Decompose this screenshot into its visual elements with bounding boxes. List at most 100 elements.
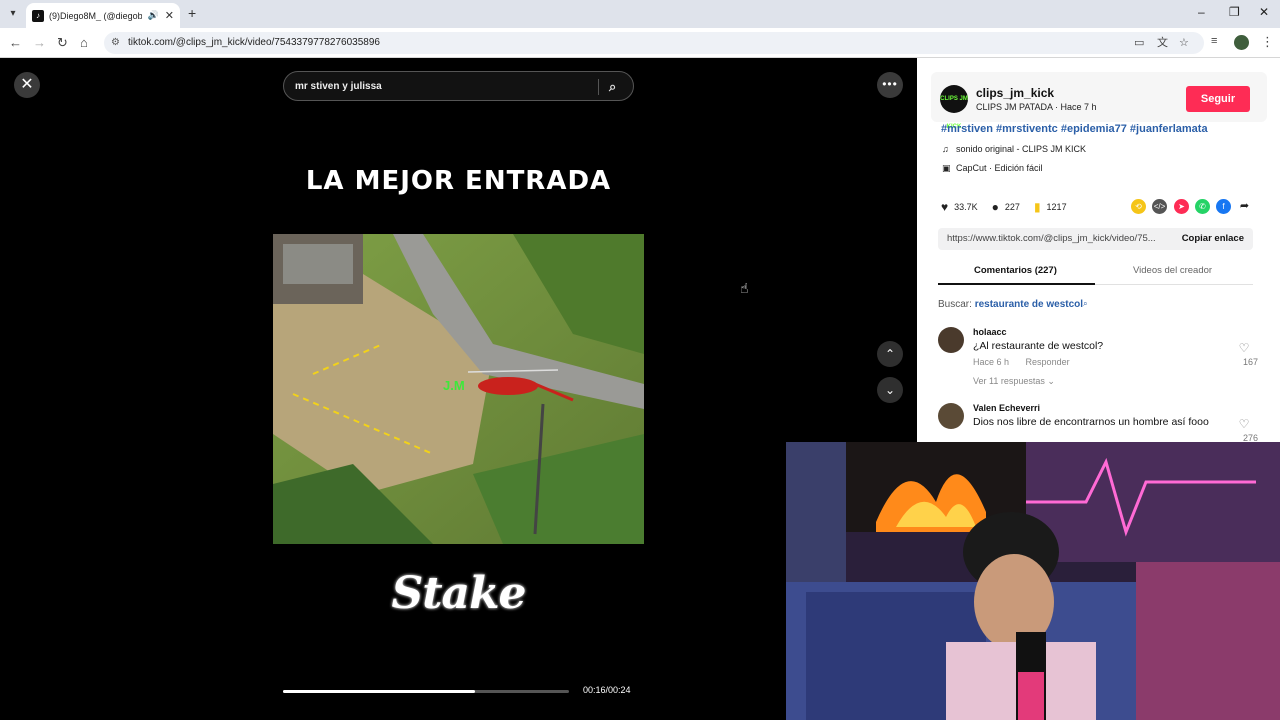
tab-title: (9)Diego8M_ (@diegobm_ [49, 10, 142, 21]
embed-icon[interactable]: </> [1152, 199, 1167, 214]
search-hint-term[interactable]: restaurante de westcol [975, 299, 1083, 310]
mouse-cursor-icon: ☝ [740, 280, 749, 296]
music-note-icon: ♫ [942, 144, 949, 154]
browser-menu-icon[interactable]: ⋮ [1261, 34, 1274, 50]
comment-like-icon[interactable]: ♡ [1236, 417, 1252, 431]
share-arrow-icon[interactable]: ➦ [1237, 199, 1252, 214]
view-replies-label: Ver 11 respuestas [973, 376, 1045, 386]
address-bar: ← → ↻ ⌂ ⚙ tiktok.com/@clips_jm_kick/vide… [0, 28, 1280, 58]
tiktok-favicon-icon: ♪ [32, 9, 44, 22]
comment-text: ¿Al restaurante de westcol? [973, 340, 1104, 352]
search-divider [598, 79, 599, 95]
reading-list-icon[interactable]: ≡ [1211, 35, 1217, 47]
browser-tab[interactable]: ♪ (9)Diego8M_ (@diegobm_ 🔊 ✕ [26, 3, 180, 28]
close-video-button[interactable]: ✕ [14, 72, 40, 98]
save-count: 1217 [1046, 202, 1067, 212]
comment-icon: ● [991, 200, 999, 214]
save-button[interactable]: ▮ 1217 [1034, 200, 1067, 214]
comment-count: 227 [1004, 202, 1020, 212]
search-input[interactable]: mr stiven y julissa ⌕ [283, 71, 634, 101]
copy-link-button[interactable]: Copiar enlace [1182, 228, 1244, 250]
search-value: mr stiven y julissa [295, 81, 382, 92]
window-close-icon[interactable]: ✕ [1259, 5, 1269, 19]
translate-icon[interactable]: 文 [1157, 32, 1168, 54]
tab-search-icon[interactable]: ▾ [6, 7, 20, 21]
video-time: 00:16/00:24 [583, 685, 631, 695]
profile-avatar[interactable] [1234, 35, 1249, 50]
send-icon[interactable]: ➤ [1174, 199, 1189, 214]
comment-user[interactable]: Valen Echeverri [973, 403, 1040, 413]
creator-subtitle: CLIPS JM PATADA · Hace 7 h [976, 102, 1097, 112]
browser-tab-bar: ▾ ♪ (9)Diego8M_ (@diegobm_ 🔊 ✕ + – ❐ ✕ [0, 0, 1280, 28]
video-link-field[interactable]: https://www.tiktok.com/@clips_jm_kick/vi… [938, 228, 1253, 250]
new-tab-icon[interactable]: + [188, 5, 196, 21]
like-count: 33.7K [954, 202, 978, 212]
video-details-panel: CLIPS JM KICK clips_jm_kick CLIPS JM PAT… [917, 58, 1280, 443]
comment-meta: Hace 6 h Responder [973, 357, 1084, 367]
close-tab-icon[interactable]: ✕ [165, 9, 174, 22]
search-icon[interactable]: ⌕ [609, 72, 616, 102]
site-info-icon[interactable]: ⚙ [111, 32, 120, 54]
search-hint-label: Buscar: [938, 299, 972, 310]
forward-icon[interactable]: → [33, 35, 46, 50]
repost-icon[interactable]: ⟲ [1131, 199, 1146, 214]
tab-creator-videos[interactable]: Videos del creador [1133, 265, 1212, 276]
reply-button[interactable]: Responder [1026, 357, 1070, 367]
home-icon[interactable]: ⌂ [80, 35, 88, 50]
heart-icon: ♥ [941, 200, 949, 214]
bookmark-icon: ▮ [1033, 200, 1041, 214]
comment-item: Valen Echeverri Dios nos libre de encont… [938, 403, 1258, 443]
creator-avatar[interactable]: CLIPS JM KICK [940, 85, 968, 130]
reload-icon[interactable]: ↻ [57, 35, 68, 51]
comment-avatar[interactable] [938, 403, 964, 429]
sponsor-logo: Stake [391, 568, 526, 619]
url-field[interactable]: ⚙ tiktok.com/@clips_jm_kick/video/754337… [104, 32, 1204, 54]
hashtags[interactable]: #mrstiven #mrstiventc #epidemia77 #juanf… [941, 123, 1208, 135]
sound-row[interactable]: ♫ sonido original - CLIPS JM KICK [942, 144, 1086, 154]
webcam-scene [786, 442, 1280, 720]
comment-button[interactable]: ● 227 [992, 200, 1020, 214]
view-replies-button[interactable]: Ver 11 respuestas ⌄ [973, 376, 1055, 387]
cast-icon[interactable]: ▭ [1134, 32, 1144, 54]
search-hint-icon: ⌕ [1083, 299, 1088, 308]
channel-watermark: J.M [443, 378, 465, 393]
comment-item: holaacc ¿Al restaurante de westcol? Hace… [938, 327, 1258, 391]
more-options-button[interactable]: ••• [877, 72, 903, 98]
creator-card: CLIPS JM KICK clips_jm_kick CLIPS JM PAT… [931, 72, 1267, 130]
webcam-overlay [786, 442, 1280, 720]
video-overlay-title: LA MEJOR ENTRADA [305, 166, 612, 196]
video-link-text: https://www.tiktok.com/@clips_jm_kick/vi… [947, 233, 1156, 244]
facebook-icon[interactable]: f [1216, 199, 1231, 214]
comment-avatar[interactable] [938, 327, 964, 353]
like-button[interactable]: ♥ 33.7K [941, 200, 978, 214]
speaker-icon[interactable]: 🔊 [148, 10, 159, 21]
comment-like-count: 167 [1242, 357, 1258, 367]
bookmark-star-icon[interactable]: ☆ [1179, 32, 1189, 54]
comment-text: Dios nos libre de encontrarnos un hombre… [973, 416, 1209, 428]
video-progress-bar[interactable] [283, 690, 569, 693]
comment-user[interactable]: holaacc [973, 327, 1007, 337]
previous-video-button[interactable]: ⌃ [877, 341, 903, 367]
back-icon[interactable]: ← [9, 35, 22, 50]
video-stage: ✕ mr stiven y julissa ⌕ ••• LA MEJOR ENT… [0, 58, 917, 720]
creator-handle[interactable]: clips_jm_kick [976, 86, 1054, 100]
capcut-text: CapCut · Edición fácil [956, 163, 1043, 173]
minimize-icon[interactable]: – [1198, 5, 1205, 19]
tab-comments[interactable]: Comentarios (227) [974, 265, 1057, 276]
comment-search-hint[interactable]: Buscar: restaurante de westcol⌕ [938, 299, 1088, 310]
active-tab-indicator [938, 283, 1095, 285]
next-video-button[interactable]: ⌄ [877, 377, 903, 403]
video-frame[interactable]: J.M [273, 234, 644, 544]
comment-like-icon[interactable]: ♡ [1236, 341, 1252, 355]
capcut-row[interactable]: ▣ CapCut · Edición fácil [942, 163, 1043, 174]
capcut-icon: ▣ [942, 163, 951, 173]
comment-time: Hace 6 h [973, 357, 1010, 367]
action-row: ♥ 33.7K ● 227 ▮ 1217 [941, 200, 1081, 214]
chevron-down-icon: ⌄ [1047, 376, 1055, 386]
panel-tabs: Comentarios (227) Videos del creador [938, 261, 1253, 285]
restore-icon[interactable]: ❐ [1229, 5, 1240, 19]
whatsapp-icon[interactable]: ✆ [1195, 199, 1210, 214]
progress-fill [283, 690, 475, 693]
follow-button[interactable]: Seguir [1186, 86, 1250, 112]
url-text: tiktok.com/@clips_jm_kick/video/75433797… [128, 37, 380, 48]
